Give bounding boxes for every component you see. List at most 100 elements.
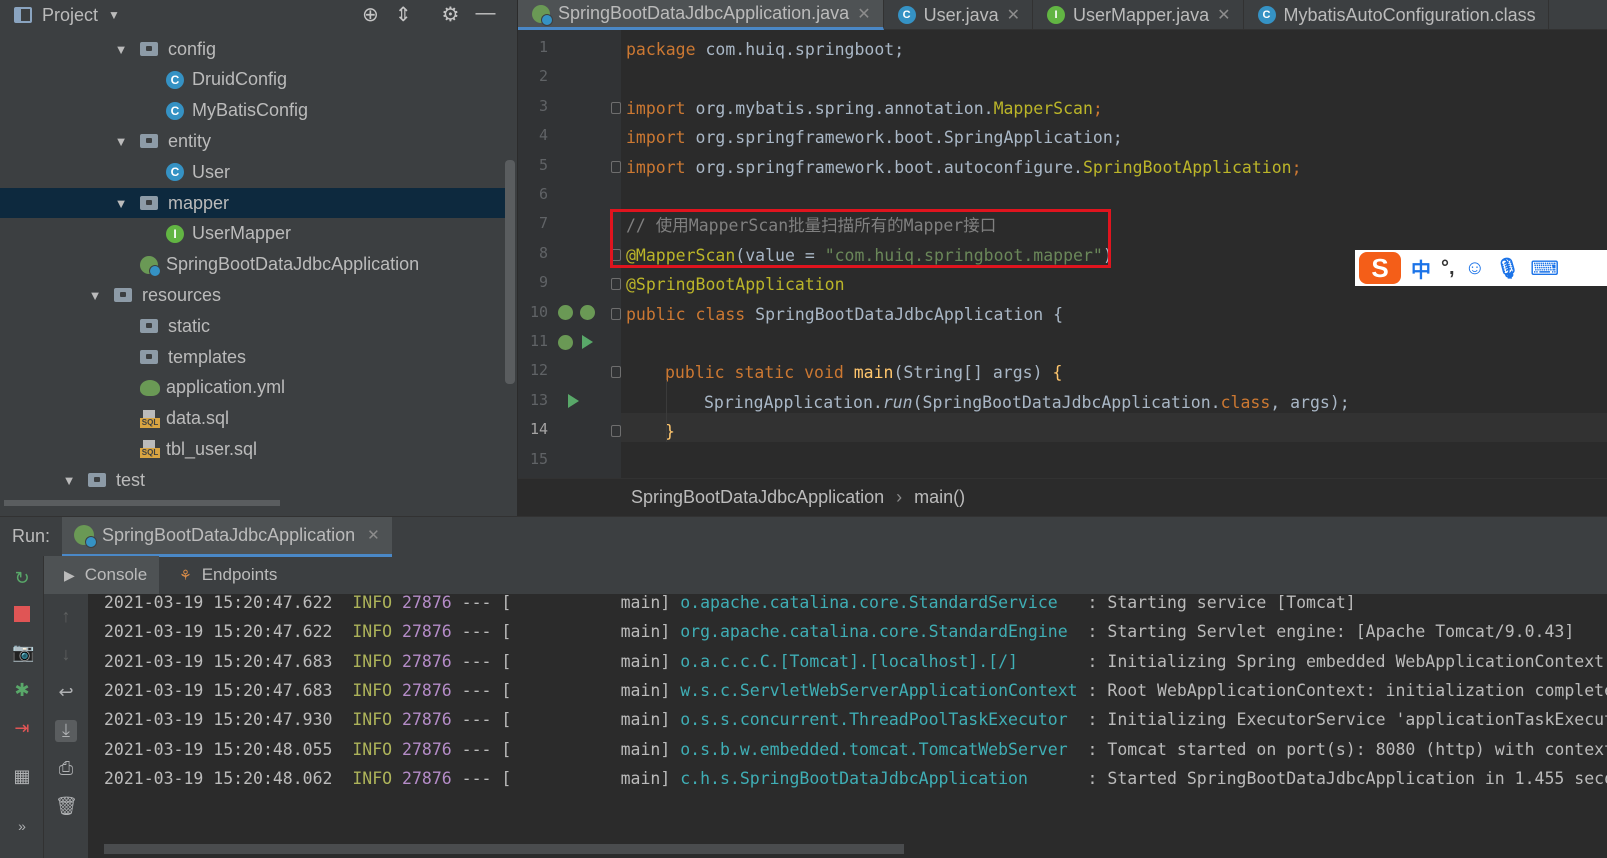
tree-item[interactable]: ▼ resources xyxy=(0,280,505,310)
log-logger[interactable]: o.s.s.concurrent.ThreadPoolTaskExecutor xyxy=(680,710,1077,729)
tree-item[interactable]: SpringBootDataJdbcApplication xyxy=(0,250,505,280)
fold-marker-icon[interactable] xyxy=(611,307,621,320)
collapse-all-icon[interactable]: ⇕ xyxy=(395,2,412,27)
more-icon[interactable]: » xyxy=(12,818,32,838)
tree-item[interactable]: C DruidConfig xyxy=(0,65,505,95)
editor-tab[interactable]: C User.java ✕ xyxy=(884,0,1034,30)
log-logger[interactable]: c.h.s.SpringBootDataJdbcApplication xyxy=(680,769,1077,788)
keyboard-icon[interactable]: ⌨ xyxy=(1530,256,1559,281)
code-line: import org.mybatis.spring.annotation.Map… xyxy=(626,94,1103,123)
log-line: 2021-03-19 15:20:47.683 INFO 27876 --- [… xyxy=(104,676,1607,705)
spring-bean-icon[interactable] xyxy=(580,305,595,320)
fold-marker-icon[interactable] xyxy=(611,278,621,291)
run-icon[interactable] xyxy=(568,394,579,408)
close-icon[interactable]: ✕ xyxy=(1217,5,1230,25)
expand-arrow-icon[interactable]: ▼ xyxy=(112,196,130,211)
tree-item[interactable]: application.yml xyxy=(0,373,505,403)
scroll-to-end-icon[interactable]: ⤓ xyxy=(55,720,77,742)
camera-icon[interactable]: 📷 xyxy=(12,642,34,662)
log-logger[interactable]: org.apache.catalina.core.StandardEngine xyxy=(680,622,1077,641)
close-icon[interactable]: ✕ xyxy=(1007,5,1020,25)
stop-icon[interactable] xyxy=(12,604,32,624)
spring-boot-icon[interactable] xyxy=(558,335,573,350)
expand-arrow-icon[interactable]: ▼ xyxy=(112,134,130,149)
expand-arrow-icon[interactable]: ▼ xyxy=(112,42,130,57)
close-icon[interactable]: ✕ xyxy=(857,4,870,24)
expand-arrow-icon[interactable]: ▼ xyxy=(60,473,78,488)
tree-item[interactable]: ▼ test xyxy=(0,465,505,495)
debug-icon[interactable]: ✱ xyxy=(12,680,32,700)
log-pid: 27876 xyxy=(402,680,452,700)
tab-endpoints-label: Endpoints xyxy=(201,565,278,584)
trash-icon[interactable]: 🗑 xyxy=(55,796,78,818)
run-config-tab[interactable]: SpringBootDataJdbcApplication ✕ xyxy=(62,516,392,557)
expand-arrow-icon[interactable]: ▼ xyxy=(86,288,104,303)
editor-tab[interactable]: I UserMapper.java ✕ xyxy=(1033,0,1244,30)
gear-icon[interactable]: ⚙ xyxy=(442,2,460,27)
print-icon[interactable]: ⎙ xyxy=(55,758,77,780)
spring-bean-icon[interactable] xyxy=(558,305,573,320)
arrow-up-icon[interactable]: ↑ xyxy=(55,606,77,628)
vertical-scrollbar[interactable] xyxy=(505,160,515,384)
soft-wrap-icon[interactable]: ↩ xyxy=(55,682,77,704)
tab-endpoints[interactable]: ⚘ Endpoints xyxy=(159,556,289,594)
fold-marker-icon[interactable] xyxy=(611,366,621,379)
chevron-down-icon[interactable]: ▼ xyxy=(108,8,120,22)
tree-item[interactable]: static xyxy=(0,311,505,341)
log-logger[interactable]: o.a.c.c.C.[Tomcat].[localhost].[/] xyxy=(680,652,1077,671)
emoji-icon[interactable]: ☺ xyxy=(1465,257,1485,280)
tree-item[interactable]: ▼ mapper xyxy=(0,188,505,218)
ime-punctuation[interactable]: °, xyxy=(1441,257,1455,280)
code-line: public class SpringBootDataJdbcApplicati… xyxy=(626,300,1063,329)
ime-logo[interactable]: S xyxy=(1359,252,1401,284)
microphone-icon[interactable]: 🎙 xyxy=(1495,256,1520,281)
arrow-down-icon[interactable]: ↓ xyxy=(55,644,77,666)
tree-item[interactable]: ▼ config xyxy=(0,34,505,64)
horizontal-scrollbar[interactable] xyxy=(0,496,517,516)
console-toolbar: ↑ ↓ ↩ ⤓ ⎙ 🗑 xyxy=(44,594,88,858)
line-number: 3 xyxy=(538,96,548,115)
code-line: package com.huiq.springboot; xyxy=(626,35,904,64)
log-ts: 2021-03-19 15:20:47.683 xyxy=(104,680,333,700)
horizontal-scrollbar[interactable] xyxy=(104,844,904,854)
fold-marker-icon[interactable] xyxy=(611,101,621,114)
tab-console[interactable]: ▶ Console xyxy=(44,556,160,594)
code-token: MapperScan xyxy=(993,98,1093,118)
tree-item[interactable]: I UserMapper xyxy=(0,219,505,249)
editor-tab-label: UserMapper.java xyxy=(1073,4,1210,25)
exit-icon[interactable]: ⇥ xyxy=(12,718,32,738)
log-logger[interactable]: w.s.c.ServletWebServerApplicationContext xyxy=(680,681,1077,700)
run-label: Run: xyxy=(12,526,51,546)
rerun-icon[interactable]: ↻ xyxy=(12,568,32,588)
console-output[interactable]: 2021-03-19 15:20:47.622 INFO 27876 --- [… xyxy=(88,594,1607,858)
tree-item[interactable]: ▼ entity xyxy=(0,126,505,156)
breadcrumb-class[interactable]: SpringBootDataJdbcApplication xyxy=(631,487,884,508)
breadcrumb-method[interactable]: main() xyxy=(914,487,965,508)
code-token: org.mybatis.spring.annotation. xyxy=(695,98,994,118)
ime-mode[interactable]: 中 xyxy=(1411,254,1431,283)
layout-icon[interactable]: ▦ xyxy=(12,766,32,786)
log-sep: --- [ xyxy=(461,739,512,759)
tree-item-label: resources xyxy=(142,284,222,305)
tree-item[interactable]: C User xyxy=(0,157,505,187)
run-icon[interactable] xyxy=(582,335,593,349)
sql-file-icon: SQL xyxy=(140,440,160,459)
tree-item[interactable]: C MyBatisConfig xyxy=(0,96,505,126)
code-line: import org.springframework.boot.autoconf… xyxy=(626,153,1302,182)
line-number: 2 xyxy=(538,67,548,86)
log-logger[interactable]: o.s.b.w.embedded.tomcat.TomcatWebServer xyxy=(680,740,1077,759)
log-logger[interactable]: o.apache.catalina.core.StandardService xyxy=(680,594,1077,612)
tree-item[interactable]: templates xyxy=(0,342,505,372)
fold-marker-icon[interactable] xyxy=(611,425,621,438)
fold-marker-icon[interactable] xyxy=(611,160,621,173)
editor-tab[interactable]: C MybatisAutoConfiguration.class xyxy=(1244,0,1549,30)
tree-item[interactable]: SQL tbl_user.sql xyxy=(0,434,505,464)
locate-icon[interactable]: ⊕ xyxy=(362,2,379,27)
line-number: 8 xyxy=(538,243,548,262)
close-icon[interactable]: ✕ xyxy=(367,526,380,544)
project-toolbar: ⊕ ⇕ ⚙ — xyxy=(362,2,495,27)
minimize-icon[interactable]: — xyxy=(475,2,495,27)
tree-item[interactable]: SQL data.sql xyxy=(0,404,505,434)
project-header[interactable]: Project ▼ ⊕ ⇕ ⚙ — xyxy=(0,0,517,30)
editor-tab[interactable]: SpringBootDataJdbcApplication.java ✕ xyxy=(518,0,884,30)
